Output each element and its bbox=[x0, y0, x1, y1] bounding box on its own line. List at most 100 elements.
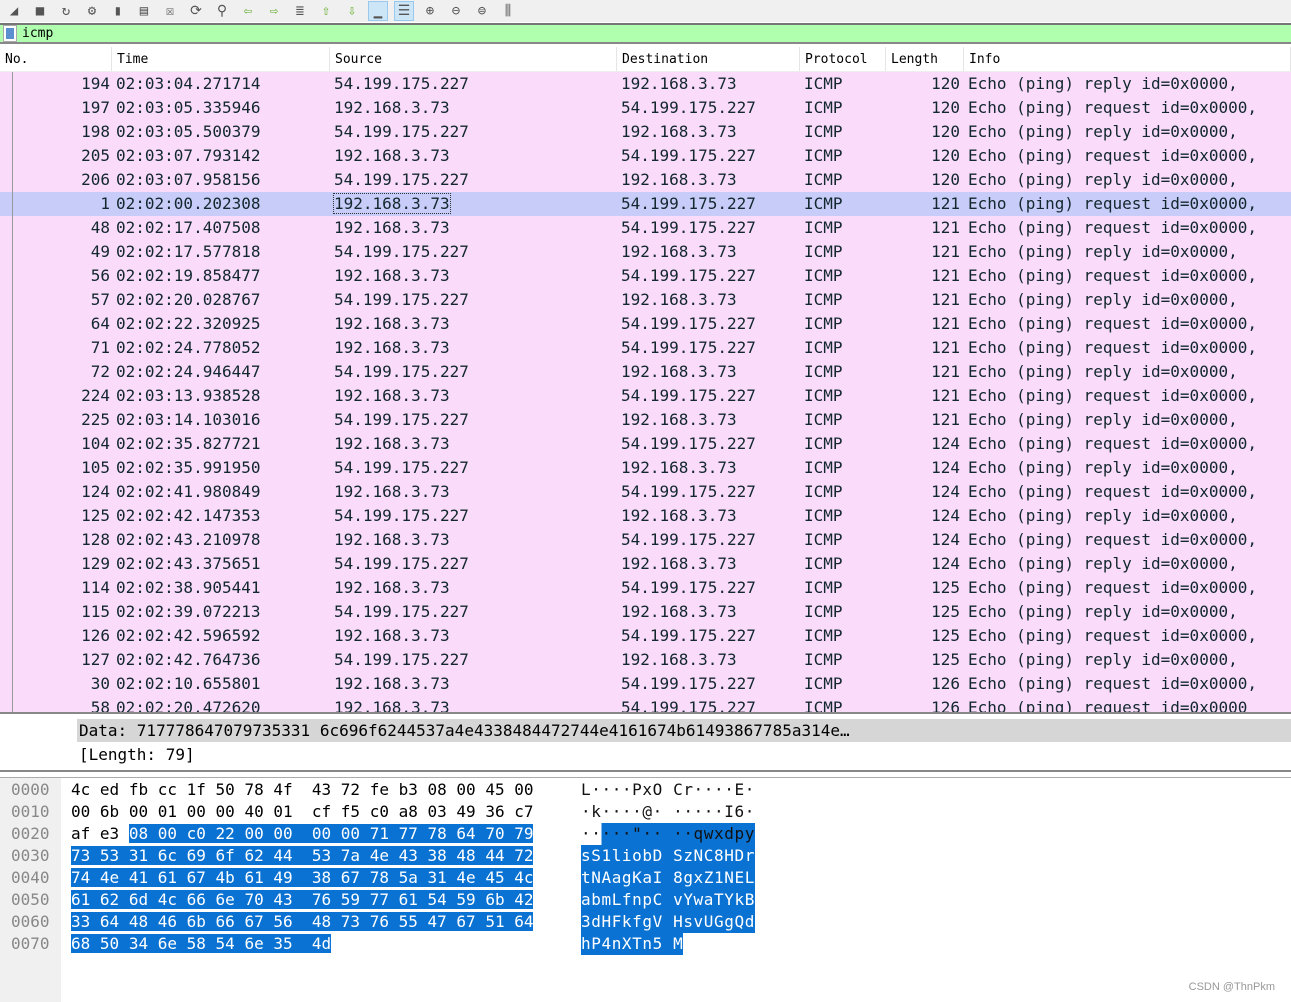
back-arrow-icon[interactable]: ⇦ bbox=[238, 1, 258, 21]
hex-byte[interactable]: 77 bbox=[398, 824, 418, 843]
packet-row[interactable]: 128 02:02:43.210978 192.168.3.73 54.199.175… bbox=[0, 528, 1291, 552]
hex-byte[interactable]: 00 bbox=[157, 824, 177, 843]
autoscroll-icon[interactable]: ▁ bbox=[368, 1, 388, 21]
ascii-bytes[interactable]: hP4nXTn5 M bbox=[581, 933, 684, 955]
hex-byte[interactable]: 00 bbox=[514, 780, 533, 799]
packet-bytes-pane[interactable]: 0000 4c ed fb cc 1f 50 78 4f 43 72 fe b3 … bbox=[0, 777, 1291, 1002]
reload-icon[interactable]: ⟳ bbox=[186, 1, 206, 21]
hex-byte[interactable]: 6e bbox=[157, 934, 177, 953]
packet-list[interactable]: No. Time Source Destination Protocol Len… bbox=[0, 47, 1291, 714]
hex-byte[interactable]: 6f bbox=[215, 846, 235, 865]
packet-row[interactable]: 126 02:02:42.596592 192.168.3.73 54.199.175… bbox=[0, 624, 1291, 648]
colorize-icon[interactable]: ☰ bbox=[394, 1, 414, 21]
packet-row[interactable]: 197 02:03:05.335946 192.168.3.73 54.199.175… bbox=[0, 96, 1291, 120]
hex-byte[interactable]: 58 bbox=[186, 934, 206, 953]
hex-byte[interactable]: 62 bbox=[244, 846, 264, 865]
packet-row[interactable]: 64 02:02:22.320925 192.168.3.73 54.199.175.… bbox=[0, 312, 1291, 336]
hex-byte[interactable]: 78 bbox=[244, 780, 263, 799]
hex-byte[interactable]: 51 bbox=[485, 912, 505, 931]
hex-bytes[interactable]: 73 53 31 6c 69 6f 62 44 53 7a 4e 43 38 4… bbox=[71, 845, 534, 867]
packet-row[interactable]: 125 02:02:42.147353 54.199.175.227 192.168.… bbox=[0, 504, 1291, 528]
hex-byte[interactable]: 49 bbox=[273, 868, 293, 887]
hex-byte[interactable]: 31 bbox=[427, 868, 447, 887]
packet-row[interactable]: 224 02:03:13.938528 192.168.3.73 54.199.175… bbox=[0, 384, 1291, 408]
ascii-bytes[interactable]: abmLfnpC vYwaTYkB bbox=[581, 889, 755, 911]
selected-packet-row[interactable]: 1 02:02:00.202308 192.168.3.73 54.199.175.2… bbox=[0, 192, 1291, 216]
packet-row[interactable]: 115 02:02:39.072213 54.199.175.227 192.168.… bbox=[0, 600, 1291, 624]
hex-byte[interactable]: af bbox=[71, 824, 90, 843]
hex-byte[interactable]: 56 bbox=[273, 912, 293, 931]
hex-byte[interactable]: 08 bbox=[128, 824, 149, 843]
hex-bytes[interactable]: 74 4e 41 61 67 4b 61 49 38 67 78 5a 31 4… bbox=[71, 867, 534, 889]
hex-byte[interactable]: 67 bbox=[244, 912, 264, 931]
detail-data-field[interactable]: Data: 717778647079735331 6c696f6244537a4… bbox=[77, 719, 1291, 742]
hex-byte[interactable]: 53 bbox=[311, 846, 332, 865]
hex-bytes[interactable]: 68 50 34 6e 58 54 6e 35 4d bbox=[71, 933, 332, 955]
hex-byte[interactable]: 4c bbox=[71, 780, 90, 799]
find-icon[interactable]: ⚲ bbox=[212, 1, 232, 21]
hex-byte[interactable]: 01 bbox=[273, 802, 292, 821]
hex-byte[interactable]: 68 bbox=[71, 934, 91, 953]
hex-byte[interactable]: 73 bbox=[71, 846, 91, 865]
hex-byte[interactable]: c0 bbox=[370, 802, 389, 821]
hex-byte[interactable]: 7a bbox=[340, 846, 361, 865]
hex-byte[interactable]: 00 bbox=[456, 780, 475, 799]
restart-icon[interactable]: ↻ bbox=[56, 1, 76, 21]
hex-byte[interactable]: 73 bbox=[340, 912, 361, 931]
first-packet-icon[interactable]: ⇧ bbox=[316, 1, 336, 21]
column-header-protocol[interactable]: Protocol bbox=[800, 47, 886, 71]
hex-byte[interactable]: 59 bbox=[456, 890, 476, 909]
hex-byte[interactable]: 43 bbox=[312, 780, 331, 799]
hex-byte[interactable]: 67 bbox=[340, 868, 361, 887]
hex-byte[interactable]: 31 bbox=[128, 846, 149, 865]
hex-byte[interactable]: 64 bbox=[514, 912, 534, 931]
hex-byte[interactable]: 00 bbox=[273, 824, 293, 843]
hex-byte[interactable]: 22 bbox=[215, 824, 235, 843]
hex-byte[interactable]: 6c bbox=[157, 846, 177, 865]
hex-byte[interactable]: 48 bbox=[311, 912, 332, 931]
hex-byte[interactable]: 08 bbox=[428, 780, 447, 799]
hex-byte[interactable]: 64 bbox=[456, 824, 476, 843]
packet-row[interactable]: 129 02:02:43.375651 54.199.175.227 192.168.… bbox=[0, 552, 1291, 576]
hex-byte[interactable]: 4c bbox=[157, 890, 177, 909]
hex-byte[interactable]: 78 bbox=[427, 824, 447, 843]
hex-byte[interactable]: 49 bbox=[456, 802, 475, 821]
hex-byte[interactable]: 5a bbox=[398, 868, 418, 887]
hex-byte[interactable]: cf bbox=[312, 802, 331, 821]
resize-columns-icon[interactable]: ⫼ bbox=[498, 1, 518, 21]
display-filter-input[interactable]: icmp bbox=[22, 26, 53, 41]
hex-byte[interactable]: 48 bbox=[128, 912, 149, 931]
column-header-length[interactable]: Length bbox=[886, 47, 964, 71]
hex-byte[interactable]: 45 bbox=[485, 780, 504, 799]
packet-row[interactable]: 30 02:02:10.655801 192.168.3.73 54.199.175.… bbox=[0, 672, 1291, 696]
last-packet-icon[interactable]: ⇩ bbox=[342, 1, 362, 21]
hex-byte[interactable]: 59 bbox=[340, 890, 361, 909]
hex-byte[interactable]: 38 bbox=[427, 846, 447, 865]
shark-fin-icon[interactable]: ◢ bbox=[4, 1, 24, 21]
hex-byte[interactable]: 64 bbox=[99, 912, 120, 931]
hex-byte[interactable]: 77 bbox=[369, 890, 389, 909]
packet-row[interactable]: 49 02:02:17.577818 54.199.175.227 192.168.3… bbox=[0, 240, 1291, 264]
hex-byte[interactable]: 53 bbox=[99, 846, 120, 865]
hex-byte[interactable]: f5 bbox=[341, 802, 360, 821]
hex-byte[interactable]: 71 bbox=[369, 824, 389, 843]
hex-byte[interactable]: c7 bbox=[514, 802, 533, 821]
hex-byte[interactable]: 42 bbox=[514, 890, 534, 909]
packet-row[interactable]: 198 02:03:05.500379 54.199.175.227 192.168.… bbox=[0, 120, 1291, 144]
hex-byte[interactable]: fe bbox=[370, 780, 389, 799]
hex-byte[interactable]: 47 bbox=[427, 912, 447, 931]
hex-bytes[interactable]: 61 62 6d 4c 66 6e 70 43 76 59 77 61 54 5… bbox=[71, 889, 534, 911]
packet-row[interactable]: 127 02:02:42.764736 54.199.175.227 192.168.… bbox=[0, 648, 1291, 672]
packet-row[interactable]: 104 02:02:35.827721 192.168.3.73 54.199.175… bbox=[0, 432, 1291, 456]
hex-byte[interactable]: 00 bbox=[340, 824, 361, 843]
hex-byte[interactable]: 1f bbox=[187, 780, 206, 799]
packet-row[interactable]: 58 02:02:20.472620 192.168.3.73 54.199.175.… bbox=[0, 696, 1291, 712]
file-icon[interactable]: ▤ bbox=[134, 1, 154, 21]
hex-bytes[interactable]: 00 6b 00 01 00 00 40 01 cf f5 c0 a8 03 4… bbox=[71, 801, 533, 823]
hex-byte[interactable]: c0 bbox=[186, 824, 206, 843]
hex-byte[interactable]: fb bbox=[129, 780, 148, 799]
hex-byte[interactable]: 6b bbox=[100, 802, 119, 821]
packet-row[interactable]: 124 02:02:41.980849 192.168.3.73 54.199.175… bbox=[0, 480, 1291, 504]
open-folder-icon[interactable]: ▮ bbox=[108, 1, 128, 21]
hex-byte[interactable]: 72 bbox=[514, 846, 534, 865]
